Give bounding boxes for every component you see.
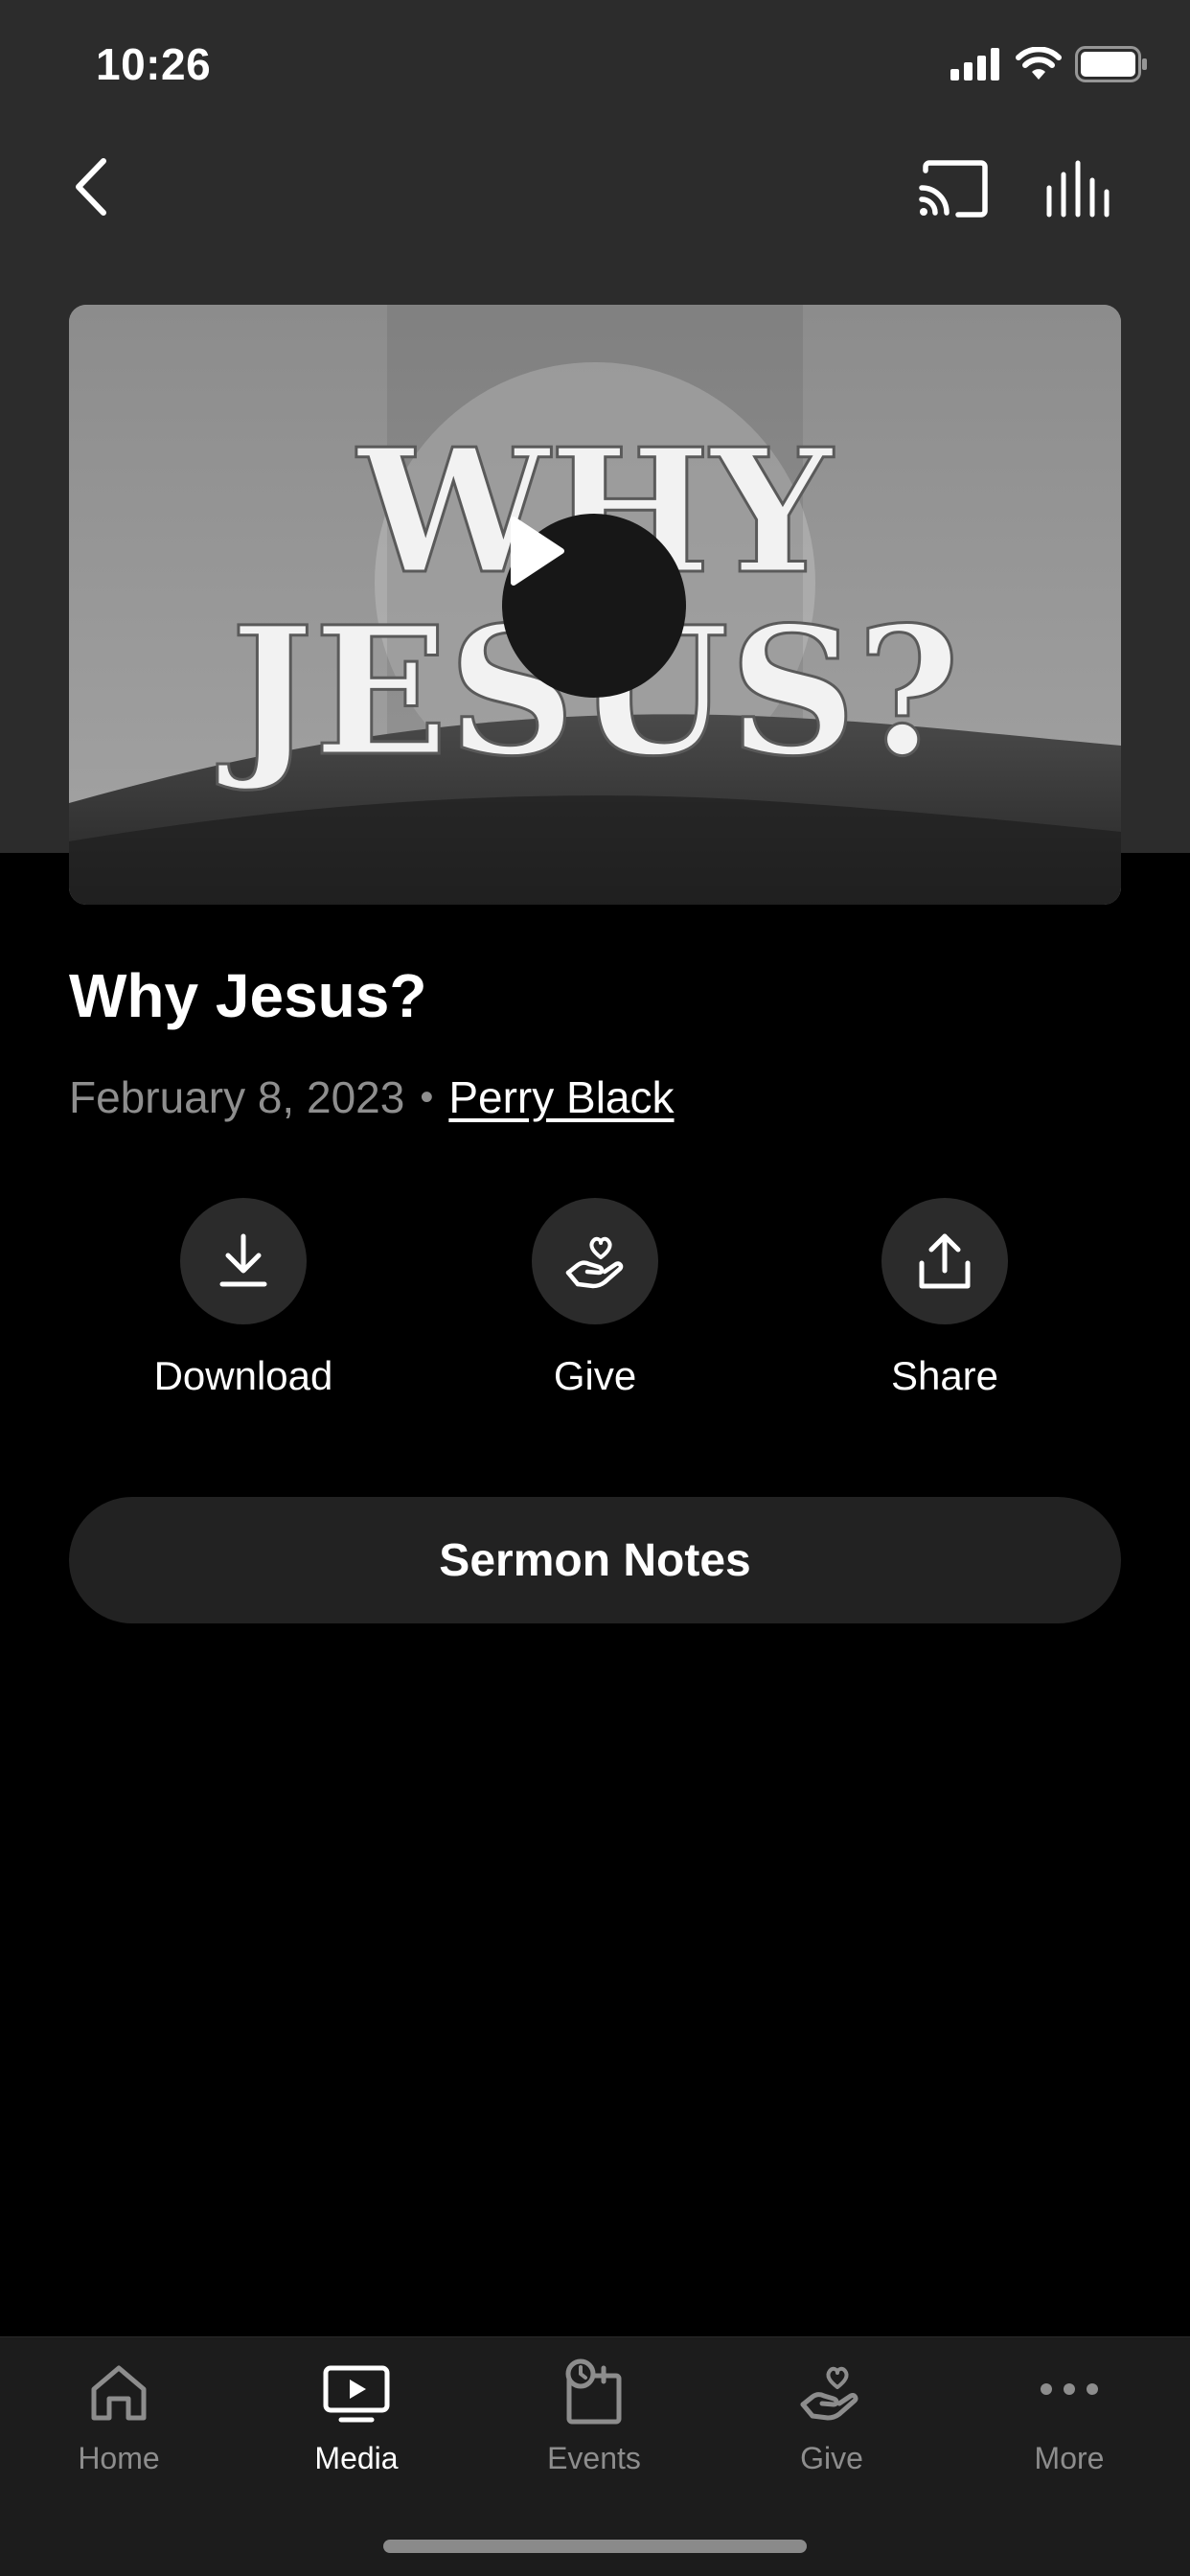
media-icon [323, 2365, 390, 2423]
meta-separator: • [420, 1075, 434, 1118]
status-time: 10:26 [96, 39, 212, 89]
status-icons [950, 46, 1148, 82]
tab-home-label: Home [78, 2441, 160, 2475]
sermon-date: February 8, 2023 [69, 1072, 405, 1122]
download-icon [219, 1233, 267, 1287]
play-icon [511, 517, 564, 586]
battery-icon [1075, 46, 1147, 82]
audio-levels-icon[interactable] [1044, 159, 1115, 218]
give-button[interactable] [532, 1198, 658, 1324]
tab-media-label: Media [314, 2441, 399, 2475]
tab-give[interactable]: Give [736, 2355, 927, 2476]
play-button[interactable] [502, 514, 686, 698]
status-bar: 10:26 [0, 0, 1190, 134]
tab-give-label: Give [800, 2441, 863, 2475]
home-indicator [383, 2540, 807, 2553]
tab-events[interactable]: Events [498, 2355, 690, 2476]
give-hand-heart-icon [565, 1236, 624, 1289]
download-action[interactable]: Download [119, 1198, 368, 1399]
back-chevron-icon[interactable] [63, 153, 121, 220]
give-action[interactable]: Give [470, 1198, 720, 1399]
sermon-title: Why Jesus? [69, 961, 427, 1030]
share-action[interactable]: Share [820, 1198, 1069, 1399]
tab-more-label: More [1034, 2441, 1105, 2475]
share-icon [919, 1233, 971, 1289]
tab-more[interactable]: More [973, 2355, 1165, 2476]
sermon-meta: February 8, 2023 • Perry Black [69, 1071, 675, 1123]
wifi-icon [1016, 47, 1062, 80]
speaker-link[interactable]: Perry Black [448, 1071, 674, 1123]
share-label: Share [890, 1353, 999, 1398]
share-button[interactable] [881, 1198, 1008, 1324]
cast-icon[interactable] [918, 159, 989, 218]
give-icon [800, 2366, 858, 2421]
give-label: Give [553, 1353, 637, 1398]
tab-media[interactable]: Media [261, 2355, 452, 2476]
download-label: Download [153, 1353, 333, 1398]
home-icon [91, 2365, 147, 2421]
tab-home[interactable]: Home [23, 2355, 215, 2476]
sermon-notes-button[interactable]: Sermon Notes [69, 1497, 1121, 1623]
download-button[interactable] [180, 1198, 307, 1324]
events-icon [565, 2358, 622, 2425]
signal-icon [950, 48, 999, 80]
tab-events-label: Events [547, 2441, 641, 2475]
more-icon [1041, 2383, 1098, 2395]
sermon-artwork[interactable]: WHY JESUS? [69, 305, 1121, 905]
